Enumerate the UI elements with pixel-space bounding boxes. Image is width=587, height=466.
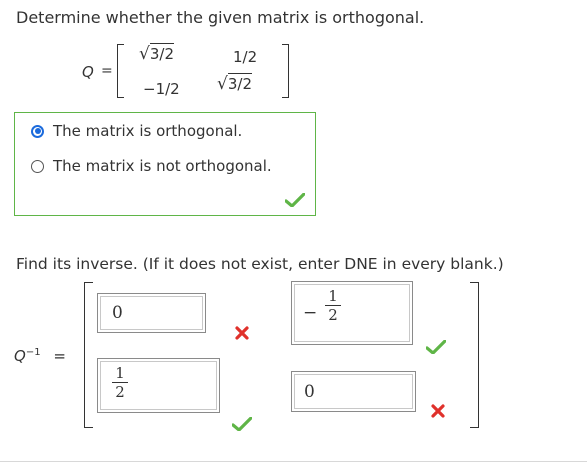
matrix-cell-r2c1: −1/2 <box>143 80 180 98</box>
option-label: The matrix is not orthogonal. <box>53 157 272 175</box>
x-icon <box>235 326 249 340</box>
equals-sign: = <box>101 63 113 79</box>
divider <box>0 461 587 462</box>
matrix-cell-r1c1: √3/2 <box>139 43 174 64</box>
inverse-input-r2c1[interactable]: 1 2 <box>97 358 220 413</box>
answer-choices: The matrix is orthogonal. The matrix is … <box>14 112 316 216</box>
check-icon <box>232 417 252 431</box>
matrix-label: Q <box>82 63 94 81</box>
inverse-input-r2c2[interactable]: 0 <box>291 371 416 412</box>
inverse-right-bracket <box>470 282 479 428</box>
check-icon <box>285 193 305 207</box>
option-orthogonal[interactable]: The matrix is orthogonal. <box>31 122 242 140</box>
left-bracket <box>117 44 124 98</box>
inverse-label: Q−1 = <box>14 347 66 365</box>
option-label: The matrix is orthogonal. <box>53 122 243 140</box>
matrix-cell-r1c2: 1/2 <box>233 48 258 66</box>
option-not-orthogonal[interactable]: The matrix is not orthogonal. <box>31 157 272 175</box>
matrix-cell-r2c2: √3/2 <box>217 73 252 94</box>
question-prompt: Determine whether the given matrix is or… <box>16 8 425 27</box>
matrix-q: √3/2 1/2 −1/2 √3/2 <box>117 43 289 98</box>
radio-selected[interactable] <box>31 124 44 138</box>
inverse-left-bracket <box>84 282 93 428</box>
inverse-input-r1c2[interactable]: − 1 2 <box>291 281 413 345</box>
check-icon <box>426 340 446 354</box>
right-bracket <box>282 44 289 98</box>
x-icon <box>431 404 445 418</box>
inverse-input-r1c1[interactable]: 0 <box>97 293 206 333</box>
radio-unselected[interactable] <box>31 159 44 173</box>
inverse-prompt: Find its inverse. (If it does not exist,… <box>16 255 504 273</box>
